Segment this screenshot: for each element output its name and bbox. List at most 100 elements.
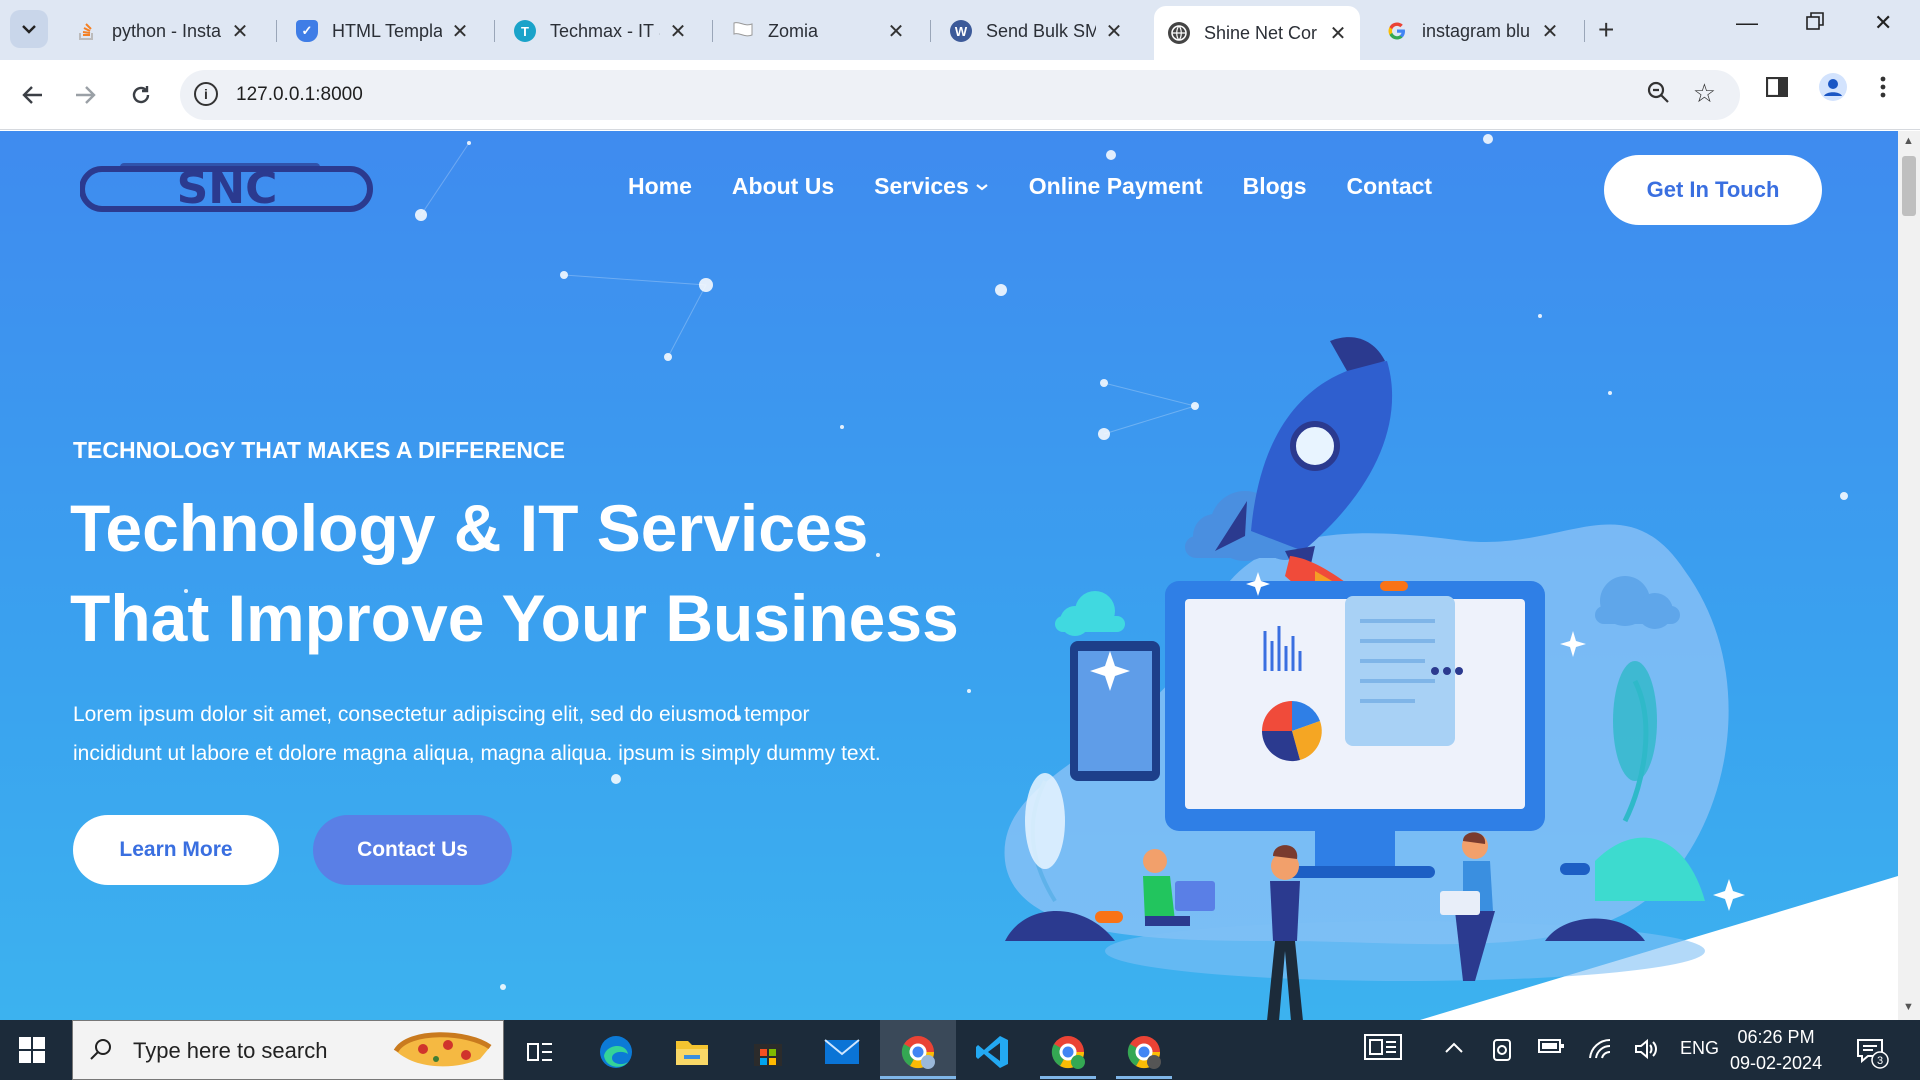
pie-chart-icon bbox=[1261, 701, 1322, 762]
contact-us-button[interactable]: Contact Us bbox=[313, 815, 512, 885]
learn-more-button[interactable]: Learn More bbox=[73, 815, 279, 885]
nav-home[interactable]: Home bbox=[628, 173, 692, 200]
webpage-viewport: SNC Home About Us Services Online Paymen… bbox=[0, 131, 1898, 1020]
forward-button[interactable] bbox=[66, 76, 104, 114]
tab-shine-net[interactable]: Shine Net Cor ✕ bbox=[1154, 6, 1360, 60]
windows-logo-icon bbox=[19, 1037, 45, 1063]
kebab-menu-icon bbox=[1880, 76, 1886, 98]
chrome-icon[interactable] bbox=[1048, 1032, 1088, 1072]
reload-icon bbox=[132, 86, 150, 104]
new-tab-button[interactable]: + bbox=[1598, 14, 1614, 46]
site-info-icon[interactable]: i bbox=[194, 82, 218, 106]
tab-title: HTML Templat bbox=[332, 20, 442, 41]
scroll-up-arrow-icon[interactable]: ▲ bbox=[1903, 135, 1914, 147]
tab-techmax[interactable]: T Techmax - IT S ✕ bbox=[500, 8, 700, 54]
minimize-button[interactable]: — bbox=[1736, 10, 1758, 36]
battery-icon[interactable] bbox=[1538, 1038, 1564, 1059]
tab-title: Zomia bbox=[768, 20, 819, 41]
tab-search-button[interactable] bbox=[10, 10, 48, 48]
close-icon[interactable]: ✕ bbox=[1104, 19, 1124, 44]
chrome-guest-icon[interactable] bbox=[1124, 1032, 1164, 1072]
notification-icon: 3 bbox=[1857, 1039, 1889, 1069]
page-scrollbar[interactable]: ▲ ▼ bbox=[1898, 131, 1920, 1020]
search-placeholder: Type here to search bbox=[133, 1038, 328, 1063]
volume-icon[interactable] bbox=[1634, 1038, 1658, 1065]
chevron-up-icon[interactable] bbox=[1444, 1038, 1464, 1059]
tab-instagram[interactable]: instagram blu ✕ bbox=[1372, 8, 1572, 54]
notification-center-button[interactable]: 3 bbox=[1854, 1034, 1890, 1075]
tab-separator bbox=[494, 20, 495, 42]
system-clock[interactable]: 06:26 PM 09-02-2024 bbox=[1730, 1024, 1822, 1076]
wifi-icon[interactable] bbox=[1588, 1038, 1612, 1065]
snc-logo-icon: SNC bbox=[79, 163, 373, 214]
nav-services[interactable]: Services bbox=[874, 173, 989, 200]
wordpress-icon: W bbox=[950, 20, 972, 42]
back-button[interactable] bbox=[14, 76, 52, 114]
news-widget-icon[interactable] bbox=[1364, 1034, 1402, 1065]
task-view-icon[interactable] bbox=[520, 1032, 560, 1072]
close-icon[interactable]: ✕ bbox=[230, 19, 250, 44]
edge-browser-icon[interactable] bbox=[596, 1032, 636, 1072]
close-icon[interactable]: ✕ bbox=[886, 19, 906, 44]
search-icon bbox=[89, 1037, 113, 1068]
start-button[interactable] bbox=[18, 1036, 46, 1069]
close-icon[interactable]: ✕ bbox=[668, 19, 688, 44]
url-text: 127.0.0.1:8000 bbox=[236, 84, 363, 105]
meet-now-icon[interactable] bbox=[1492, 1038, 1512, 1067]
active-app-indicator bbox=[880, 1076, 956, 1079]
tab-python[interactable]: python - Insta ✕ bbox=[62, 8, 262, 54]
app-running-indicator bbox=[1040, 1076, 1096, 1079]
app-running-indicator bbox=[1116, 1076, 1172, 1079]
scrollbar-thumb[interactable] bbox=[1902, 156, 1916, 216]
main-nav: Home About Us Services Online Payment Bl… bbox=[628, 173, 1432, 200]
chevron-down-icon bbox=[22, 25, 36, 34]
browser-tab-strip: python - Insta ✕ ✓ HTML Templat ✕ T Tech… bbox=[0, 0, 1920, 60]
close-icon[interactable]: ✕ bbox=[1540, 19, 1560, 44]
tab-html-templates[interactable]: ✓ HTML Templat ✕ bbox=[282, 8, 482, 54]
nav-online-payment[interactable]: Online Payment bbox=[1029, 173, 1203, 200]
close-icon[interactable]: ✕ bbox=[1328, 21, 1348, 46]
chevron-down-icon bbox=[976, 183, 988, 190]
tab-title: python - Insta bbox=[112, 20, 222, 41]
close-window-button[interactable]: ✕ bbox=[1874, 10, 1892, 36]
tab-separator bbox=[712, 20, 713, 42]
site-logo[interactable]: SNC bbox=[79, 155, 374, 225]
side-panel-button[interactable] bbox=[1765, 76, 1789, 104]
reload-button[interactable] bbox=[122, 76, 160, 114]
hero-headline: Technology & IT Services That Improve Yo… bbox=[70, 483, 970, 663]
nav-contact[interactable]: Contact bbox=[1346, 173, 1432, 200]
tab-title: instagram blu bbox=[1422, 20, 1531, 41]
file-explorer-icon[interactable] bbox=[672, 1032, 712, 1072]
side-panel-icon bbox=[1765, 76, 1789, 98]
menu-button[interactable] bbox=[1880, 76, 1886, 105]
get-in-touch-button[interactable]: Get In Touch bbox=[1604, 155, 1822, 225]
chrome-profile-icon[interactable] bbox=[898, 1032, 938, 1072]
zoom-icon[interactable] bbox=[1646, 80, 1670, 111]
mail-icon[interactable] bbox=[822, 1032, 862, 1072]
arrow-right-icon bbox=[76, 86, 96, 104]
shield-icon: ✓ bbox=[296, 20, 318, 42]
google-icon bbox=[1386, 20, 1408, 42]
close-icon[interactable]: ✕ bbox=[450, 19, 470, 44]
tab-send-bulk-sms[interactable]: W Send Bulk SM ✕ bbox=[936, 8, 1136, 54]
nav-blogs[interactable]: Blogs bbox=[1243, 173, 1307, 200]
taskbar-search-box[interactable]: Type here to search bbox=[72, 1020, 504, 1080]
notification-count: 3 bbox=[1877, 1055, 1883, 1067]
vscode-icon[interactable] bbox=[972, 1032, 1012, 1072]
headline-line-2: That Improve Your Business bbox=[70, 581, 959, 655]
pizza-icon bbox=[388, 1029, 498, 1078]
microsoft-store-icon[interactable] bbox=[748, 1032, 788, 1072]
tab-zomia[interactable]: Zomia ✕ bbox=[718, 8, 918, 54]
profile-button[interactable] bbox=[1818, 72, 1848, 109]
address-bar[interactable]: i 127.0.0.1:8000 ☆ bbox=[180, 70, 1740, 120]
description-line-2: incididunt ut labore et dolore magna ali… bbox=[73, 742, 881, 765]
stackoverflow-icon bbox=[76, 20, 98, 42]
scroll-down-arrow-icon[interactable]: ▼ bbox=[1903, 1001, 1914, 1013]
arrow-left-icon bbox=[22, 86, 42, 104]
nav-about-us[interactable]: About Us bbox=[732, 173, 834, 200]
hero-description: Lorem ipsum dolor sit amet, consectetur … bbox=[73, 695, 923, 773]
hero-illustration bbox=[1004, 337, 1745, 1020]
bookmark-star-icon[interactable]: ☆ bbox=[1693, 78, 1716, 109]
language-indicator[interactable]: ENG bbox=[1680, 1038, 1719, 1059]
restore-button[interactable] bbox=[1806, 10, 1824, 36]
